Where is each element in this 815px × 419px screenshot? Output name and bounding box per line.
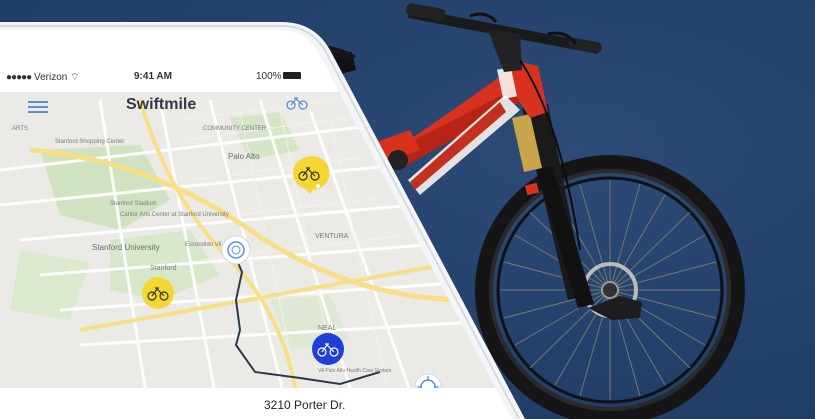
battery-icon <box>283 72 301 79</box>
battery-percent: 100% <box>256 71 282 82</box>
destination-address: 3210 Porter Dr. <box>264 398 346 412</box>
app-header: Swiftmile <box>0 92 330 120</box>
app-title: Swiftmile <box>126 96 197 113</box>
front-wheel <box>475 155 745 419</box>
menu-icon[interactable] <box>28 100 48 119</box>
carrier-name: Verizon <box>33 72 68 83</box>
status-bar: ●●●●● Verizon ⌔ 9:41 AM 100% <box>0 66 330 86</box>
wifi-icon: ⌔ <box>70 72 80 83</box>
status-time: 9:41 AM <box>134 71 172 82</box>
signal-icon: ●●●●● <box>6 72 32 83</box>
bicycle-image <box>300 3 745 419</box>
carrier: ●●●●● Verizon ⌔ <box>6 71 80 84</box>
handlebar <box>406 3 602 72</box>
bike-icon[interactable] <box>286 96 308 115</box>
